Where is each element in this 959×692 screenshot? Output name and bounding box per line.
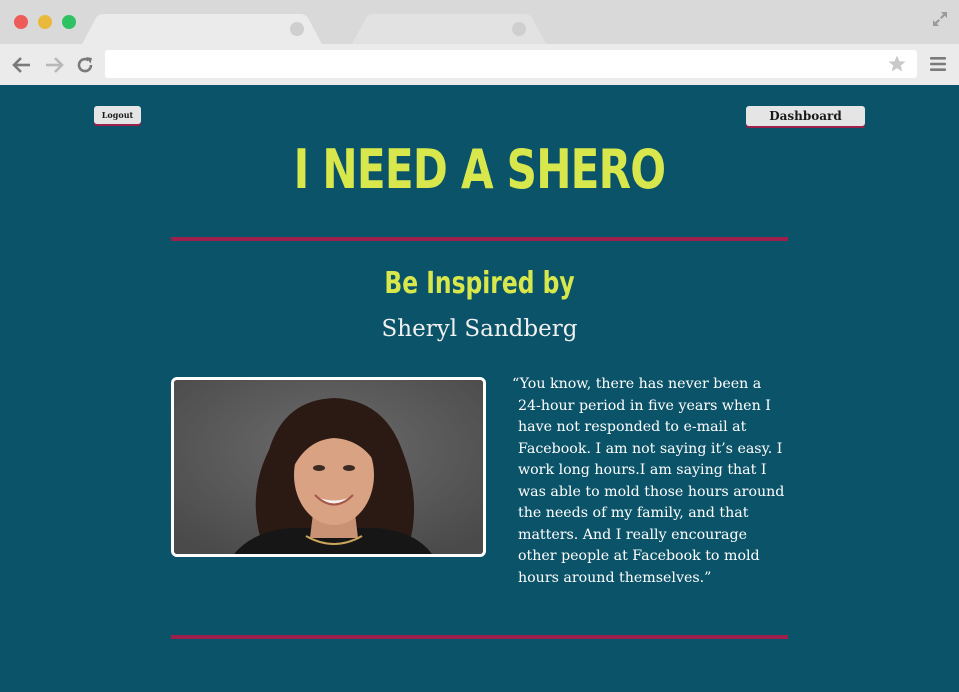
logout-button[interactable]: Logout — [94, 106, 141, 124]
dashboard-button[interactable]: Dashboard — [746, 106, 865, 126]
back-arrow-icon[interactable] — [11, 54, 33, 76]
site-title: I NEED A SHERO — [293, 138, 666, 201]
shero-quote: “You know, there has never been a 24-hou… — [512, 376, 785, 586]
maximize-window-button[interactable] — [62, 15, 76, 29]
browser-tab-bar — [0, 0, 959, 44]
tab-close-icon[interactable] — [290, 22, 304, 36]
browser-toolbar — [0, 44, 959, 85]
divider-top — [171, 237, 788, 241]
browser-tab-active[interactable] — [82, 14, 322, 44]
hamburger-menu-icon[interactable] — [929, 55, 947, 73]
close-window-button[interactable] — [14, 15, 28, 29]
divider-bottom — [171, 635, 788, 639]
forward-arrow-icon[interactable] — [43, 54, 65, 76]
address-bar[interactable] — [105, 50, 917, 78]
shero-photo — [171, 377, 486, 557]
browser-tab-inactive[interactable] — [352, 14, 546, 44]
expand-icon[interactable] — [931, 10, 949, 28]
star-icon[interactable] — [887, 54, 907, 74]
inspired-subtitle: Be Inspired by — [384, 266, 575, 301]
reload-icon[interactable] — [74, 54, 96, 76]
minimize-window-button[interactable] — [38, 15, 52, 29]
tab-close-icon[interactable] — [512, 22, 526, 36]
page-content: Logout Dashboard I NEED A SHERO Be Inspi… — [0, 85, 959, 692]
shero-name: Sheryl Sandberg — [381, 316, 578, 342]
